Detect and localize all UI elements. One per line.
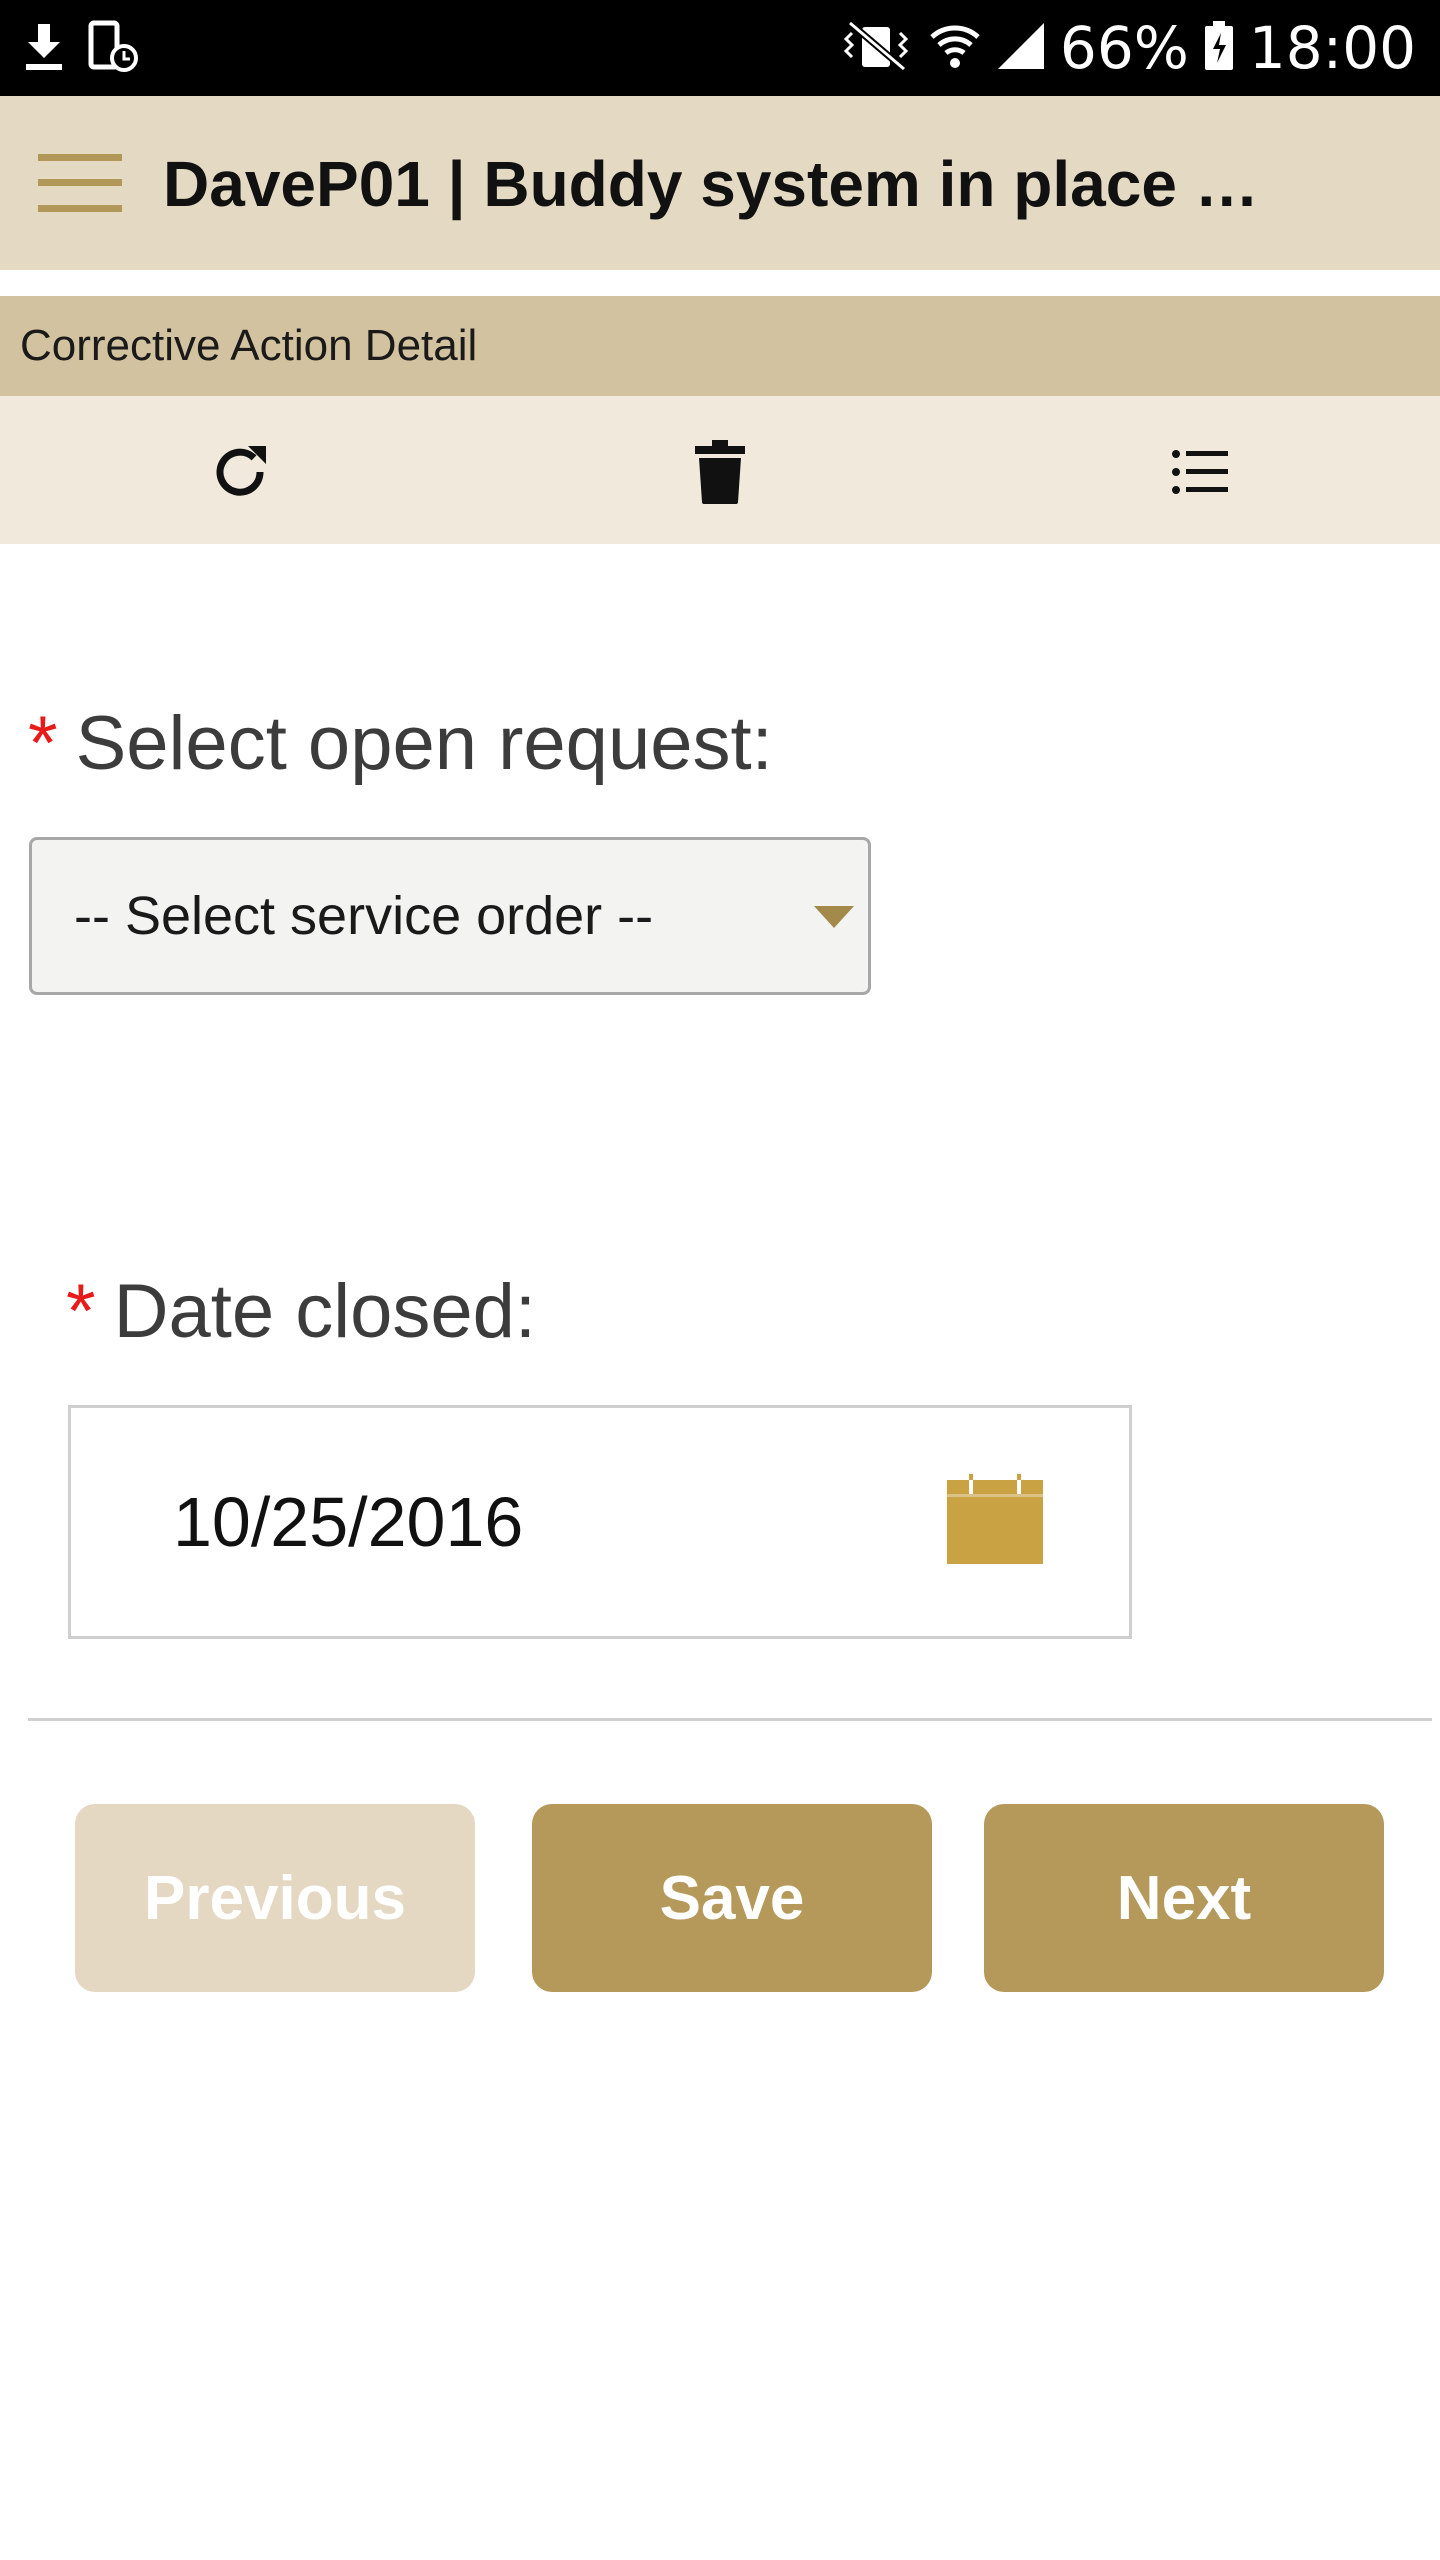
clock-time: 18:00: [1248, 14, 1416, 82]
service-order-select[interactable]: -- Select service order --: [29, 837, 871, 995]
chevron-down-icon: [814, 906, 854, 928]
date-closed-label-text: Date closed:: [113, 1269, 537, 1354]
status-bar-right: 66% 18:00: [838, 14, 1416, 82]
date-closed-label: * Date closed:: [66, 1268, 536, 1355]
date-closed-value: 10/25/2016: [173, 1483, 524, 1561]
refresh-icon[interactable]: [202, 434, 278, 510]
download-icon: [22, 22, 66, 77]
divider: [28, 1718, 1432, 1721]
next-button[interactable]: Next: [984, 1804, 1384, 1992]
battery-percent: 66%: [1059, 14, 1189, 82]
save-button[interactable]: Save: [532, 1804, 932, 1992]
page-title: DaveP01 | Buddy system in place a...: [163, 148, 1283, 220]
battery-charging-icon: [1203, 20, 1235, 76]
open-request-label-text: Select open request:: [75, 701, 773, 786]
open-request-label: * Select open request:: [28, 700, 773, 787]
status-bar: 66% 18:00: [0, 0, 1440, 96]
required-marker: *: [66, 1269, 96, 1354]
app-header: DaveP01 | Buddy system in place a...: [0, 96, 1440, 270]
trash-icon[interactable]: [682, 434, 758, 510]
status-bar-left: [22, 20, 138, 79]
hamburger-menu-icon[interactable]: [38, 154, 122, 212]
section-header: Corrective Action Detail: [0, 296, 1440, 396]
required-marker: *: [28, 701, 58, 786]
action-toolbar: [0, 396, 1440, 544]
section-title: Corrective Action Detail: [20, 321, 478, 370]
signal-icon: [996, 21, 1046, 76]
date-closed-field[interactable]: 10/25/2016: [68, 1405, 1132, 1639]
service-order-select-value: -- Select service order --: [74, 886, 654, 946]
wifi-icon: [928, 21, 982, 76]
vibrate-mute-icon: [838, 19, 914, 76]
previous-button[interactable]: Previous: [75, 1804, 475, 1992]
list-icon[interactable]: [1162, 434, 1238, 510]
calendar-icon[interactable]: [947, 1474, 1043, 1564]
device-clock-icon: [88, 20, 138, 79]
